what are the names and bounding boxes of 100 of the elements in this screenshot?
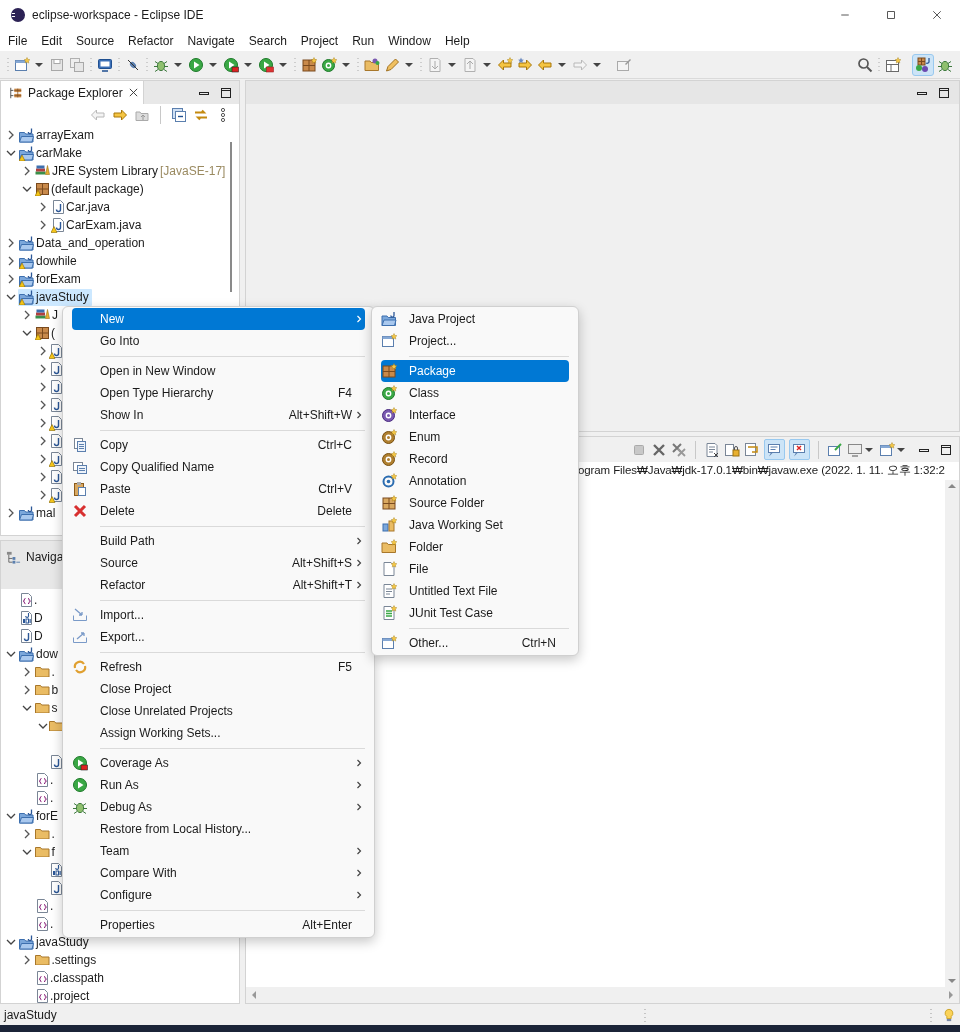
scroll-lock-icon[interactable] [724, 441, 740, 458]
tree-item[interactable]: . [34, 789, 57, 807]
tree-item[interactable]: .project [34, 987, 93, 1003]
new-class-icon[interactable] [321, 56, 337, 73]
menu-item[interactable]: Java Working Set [381, 514, 569, 536]
tree-item[interactable]: . [34, 897, 57, 915]
dropdown-caret-icon[interactable] [865, 447, 873, 452]
tree-item[interactable]: forExam [18, 270, 84, 288]
menu-item[interactable]: Class [381, 382, 569, 404]
menu-item[interactable]: Copy Ctrl+C [72, 434, 365, 456]
menu-item[interactable]: Properties Alt+Enter [72, 914, 365, 936]
menu-item[interactable]: Package [381, 360, 569, 382]
menu-item[interactable]: Restore from Local History... [72, 818, 365, 840]
menu-item[interactable]: Export... [72, 626, 365, 648]
tree-item[interactable]: . [34, 915, 57, 933]
menu-item[interactable]: Show In Alt+Shift+W [72, 404, 365, 426]
tree-item[interactable]: javaStudy [18, 933, 92, 951]
open-console-icon[interactable] [879, 441, 895, 458]
tree-item[interactable]: javaStudy [18, 288, 92, 306]
tree-item[interactable]: arrayExam [18, 126, 97, 144]
dropdown-caret-icon[interactable] [483, 62, 491, 67]
coverage-icon[interactable] [223, 56, 239, 73]
menu-item[interactable]: Refactor Alt+Shift+T [72, 574, 365, 596]
menu-item[interactable]: Coverage As [72, 752, 365, 774]
menu-bar-item[interactable]: File [1, 30, 35, 51]
open-perspective-icon[interactable] [885, 56, 901, 73]
menu-bar-item[interactable]: Refactor [121, 30, 181, 51]
menu-item[interactable]: Java Project [381, 308, 569, 330]
new-window-icon[interactable] [14, 56, 30, 73]
menu-item[interactable]: Compare With [72, 862, 365, 884]
menu-item[interactable]: Run As [72, 774, 365, 796]
menu-item[interactable]: JUnit Test Case [381, 602, 569, 624]
scroll-up-icon[interactable] [947, 482, 957, 490]
toggle-button[interactable] [764, 439, 785, 460]
remove-all-icon[interactable] [671, 441, 687, 458]
menu-item[interactable]: Open Type Hierarchy F4 [72, 382, 365, 404]
menu-item[interactable]: File [381, 558, 569, 580]
perspective-button[interactable] [912, 53, 934, 76]
tree-item[interactable]: CarExam.java [50, 216, 145, 234]
search-icon[interactable] [857, 56, 873, 73]
tree-item[interactable]: . [34, 825, 58, 843]
tree-item[interactable]: . [18, 591, 41, 609]
tree-item[interactable]: . [34, 771, 57, 789]
tree-item[interactable]: .settings [34, 951, 100, 969]
tree-item[interactable]: ( [34, 324, 58, 342]
menu-item[interactable]: Close Unrelated Projects [72, 700, 365, 722]
new-package-icon[interactable] [301, 56, 317, 73]
open-folder-icon[interactable] [364, 56, 380, 73]
lightbulb-icon[interactable] [942, 1006, 956, 1023]
tree-item[interactable]: D [18, 609, 46, 627]
toggle-button[interactable] [789, 439, 810, 460]
dropdown-caret-icon[interactable] [558, 62, 566, 67]
menu-item[interactable]: Import... [72, 604, 365, 626]
dropdown-caret-icon[interactable] [209, 62, 217, 67]
tree-item[interactable]: dow [18, 645, 61, 663]
menu-item[interactable]: Interface [381, 404, 569, 426]
menu-item[interactable]: Refresh F5 [72, 656, 365, 678]
tree-item[interactable]: forE [18, 807, 61, 825]
remove-launch-icon[interactable] [651, 441, 667, 458]
view-tab[interactable]: Package Explorer [1, 81, 144, 104]
tree-item[interactable]: (default package) [34, 180, 147, 198]
menu-bar-item[interactable]: Edit [34, 30, 70, 51]
clear-console-icon[interactable] [704, 441, 720, 458]
menu-item[interactable]: Debug As [72, 796, 365, 818]
view-tab[interactable]: Naviga [1, 541, 64, 567]
menu-item[interactable]: Project... [381, 330, 569, 352]
dropdown-caret-icon[interactable] [279, 62, 287, 67]
tree-item[interactable]: b [34, 681, 62, 699]
word-wrap-icon[interactable] [744, 441, 760, 458]
maximize-view-icon[interactable] [939, 442, 953, 457]
link-editor-icon[interactable] [193, 107, 209, 123]
menu-bar-item[interactable]: Navigate [180, 30, 242, 51]
menu-item[interactable]: Build Path [72, 530, 365, 552]
menu-item[interactable]: Source Folder [381, 492, 569, 514]
menu-item[interactable]: Other... Ctrl+N [381, 632, 569, 654]
scroll-down-icon[interactable] [947, 977, 957, 985]
menu-item[interactable]: Record [381, 448, 569, 470]
tree-item[interactable]: .classpath [34, 969, 108, 987]
menu-item[interactable]: Assign Working Sets... [72, 722, 365, 744]
menu-bar-item[interactable]: Search [241, 30, 294, 51]
tree-item[interactable]: . [34, 663, 58, 681]
tree-item[interactable]: D [18, 627, 46, 645]
menu-item[interactable]: Annotation [381, 470, 569, 492]
tree-item[interactable]: mal [18, 504, 59, 522]
dropdown-caret-icon[interactable] [174, 62, 182, 67]
maximize-icon[interactable] [885, 9, 897, 21]
menu-item[interactable]: Untitled Text File [381, 580, 569, 602]
menu-bar-item[interactable]: Source [69, 30, 122, 51]
pen-icon[interactable] [384, 56, 400, 73]
tree-item[interactable]: f [34, 843, 58, 861]
dropdown-caret-icon[interactable] [35, 62, 43, 67]
dropdown-caret-icon[interactable] [342, 62, 350, 67]
menu-item[interactable]: Configure [72, 884, 365, 906]
menu-bar-item[interactable]: Window [381, 30, 438, 51]
menu-item[interactable]: Copy Qualified Name [72, 456, 365, 478]
menu-item[interactable]: Close Project [72, 678, 365, 700]
menu-item[interactable]: Go Into [72, 330, 365, 352]
tree-item[interactable]: Data_and_operation [18, 234, 148, 252]
tree-item[interactable]: JRE System Library [JavaSE-17] [34, 162, 229, 180]
dropdown-caret-icon[interactable] [244, 62, 252, 67]
